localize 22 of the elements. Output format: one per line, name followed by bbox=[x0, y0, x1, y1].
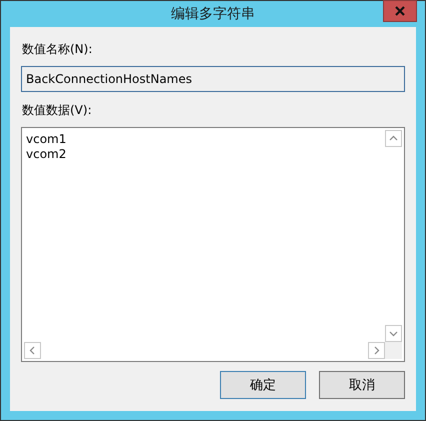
value-name-field[interactable]: BackConnectionHostNames bbox=[21, 66, 405, 92]
scroll-up-button[interactable] bbox=[385, 130, 402, 147]
field-label: 数值名称(N): bbox=[22, 41, 94, 58]
chevron-down-icon bbox=[389, 329, 398, 338]
scroll-down-button[interactable] bbox=[385, 325, 402, 342]
scrollbar-corner bbox=[385, 342, 402, 359]
window-title: 编辑多字符串 bbox=[171, 5, 255, 23]
chevron-left-icon bbox=[28, 346, 37, 355]
scroll-right-button[interactable] bbox=[368, 342, 385, 359]
horizontal-scrollbar[interactable] bbox=[24, 342, 385, 359]
close-icon bbox=[395, 6, 405, 16]
chevron-up-icon bbox=[389, 134, 398, 143]
scroll-left-button[interactable] bbox=[24, 342, 41, 359]
close-button[interactable] bbox=[383, 0, 417, 22]
vertical-scrollbar[interactable] bbox=[385, 130, 402, 342]
text-line: vcom2 bbox=[26, 147, 68, 162]
chevron-right-icon bbox=[372, 346, 381, 355]
value-data-field[interactable]: vcom1 vcom2 bbox=[21, 127, 405, 362]
field-label: 数值数据(V): bbox=[22, 102, 93, 119]
text-line: vcom1 bbox=[26, 132, 68, 147]
ok-button[interactable]: 确定 bbox=[220, 371, 306, 399]
cancel-button[interactable]: 取消 bbox=[319, 371, 405, 399]
